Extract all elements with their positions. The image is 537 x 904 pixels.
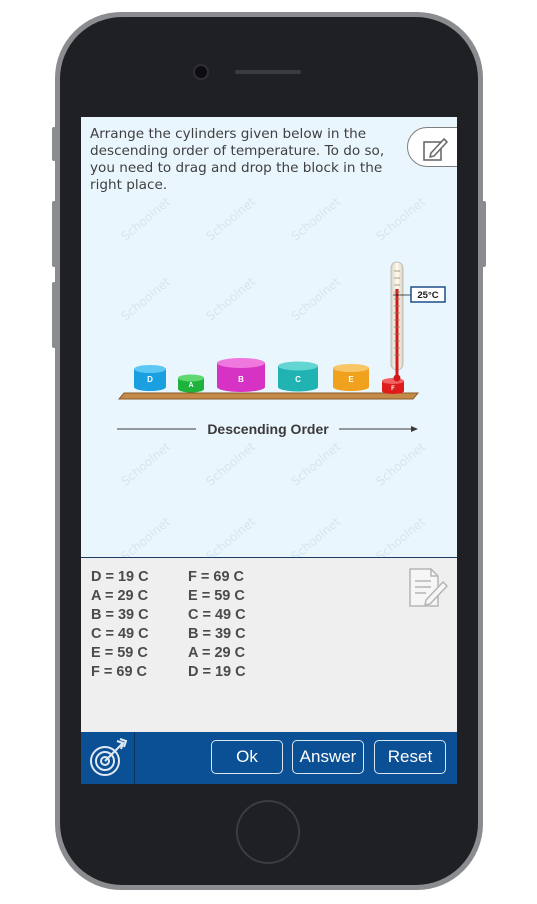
list-item: E = 59 C xyxy=(188,588,245,604)
edit-note-button[interactable] xyxy=(407,127,457,167)
list-item: A = 29 C xyxy=(91,588,149,604)
front-camera xyxy=(193,64,209,80)
list-item: A = 29 C xyxy=(188,645,246,661)
watermark: Schoolnet xyxy=(118,439,174,489)
list-item: B = 39 C xyxy=(188,626,246,642)
cylinder-label: A xyxy=(188,382,193,389)
cylinder-f[interactable]: F xyxy=(382,378,404,394)
reset-button[interactable]: Reset xyxy=(374,740,446,774)
watermark: Schoolnet xyxy=(203,194,259,244)
note-pencil-icon xyxy=(409,568,448,607)
cylinder-label: C xyxy=(295,375,301,384)
cylinder-label: F xyxy=(391,386,395,392)
cylinder-label: D xyxy=(147,375,153,384)
temperature-readout: 25°C xyxy=(410,286,446,303)
list-item: B = 39 C xyxy=(91,607,149,623)
answer-list-given: D = 19 C A = 29 C B = 39 C C = 49 C E = … xyxy=(91,568,149,682)
home-button[interactable] xyxy=(236,800,300,864)
target-button[interactable] xyxy=(81,732,135,784)
bottom-toolbar: Ok Answer Reset xyxy=(81,732,457,784)
list-item: D = 19 C xyxy=(188,664,246,680)
earpiece-speaker xyxy=(235,70,301,74)
volume-up-button xyxy=(52,201,58,267)
list-item: C = 49 C xyxy=(91,626,149,642)
list-item: C = 49 C xyxy=(188,607,246,623)
wooden-shelf xyxy=(117,392,420,400)
cylinder-label: E xyxy=(348,375,354,384)
cylinder-d[interactable]: D xyxy=(134,365,166,391)
question-line: Arrange the cylinders given below in the xyxy=(90,126,367,142)
watermark: Schoolnet xyxy=(203,439,259,489)
cylinder-a[interactable]: A xyxy=(178,374,204,393)
watermark: Schoolnet xyxy=(288,439,344,489)
target-arrow-icon xyxy=(90,738,128,776)
watermark: Schoolnet xyxy=(373,439,429,489)
list-item: E = 59 C xyxy=(91,645,148,661)
question-line: descending order of temperature. To do s… xyxy=(90,143,385,159)
question-line: you need to drag and drop the block in t… xyxy=(90,160,383,176)
cylinder-label: B xyxy=(238,375,244,384)
mute-switch xyxy=(52,127,58,161)
volume-down-button xyxy=(52,282,58,348)
answer-panel: D = 19 C A = 29 C B = 39 C C = 49 C E = … xyxy=(81,557,457,733)
temperature-value: 25°C xyxy=(417,290,438,301)
watermark: Schoolnet xyxy=(118,194,174,244)
list-item: F = 69 C xyxy=(91,664,148,680)
app-screen: Schoolnet Schoolnet Schoolnet Schoolnet … xyxy=(81,117,457,784)
order-label: Descending Order xyxy=(207,421,329,437)
list-item: F = 69 C xyxy=(188,569,245,585)
cylinder-scene: D A B C E F 25°C Descending Order xyxy=(117,261,446,437)
power-button xyxy=(480,201,486,267)
cylinder-e[interactable]: E xyxy=(333,364,369,391)
cylinder-b[interactable]: B xyxy=(217,358,265,392)
question-line: right place. xyxy=(90,177,168,193)
watermark: Schoolnet xyxy=(288,194,344,244)
cylinder-c[interactable]: C xyxy=(278,361,318,392)
thermometer xyxy=(390,261,411,382)
question-text: Arrange the cylinders given below in the… xyxy=(90,126,390,194)
list-item: D = 19 C xyxy=(91,569,149,585)
ok-button[interactable]: Ok xyxy=(211,740,283,774)
answer-list-sorted: F = 69 C E = 59 C C = 49 C B = 39 C A = … xyxy=(188,568,246,682)
answer-button[interactable]: Answer xyxy=(292,740,364,774)
watermark: Schoolnet xyxy=(373,194,429,244)
edit-note-icon xyxy=(423,138,448,161)
